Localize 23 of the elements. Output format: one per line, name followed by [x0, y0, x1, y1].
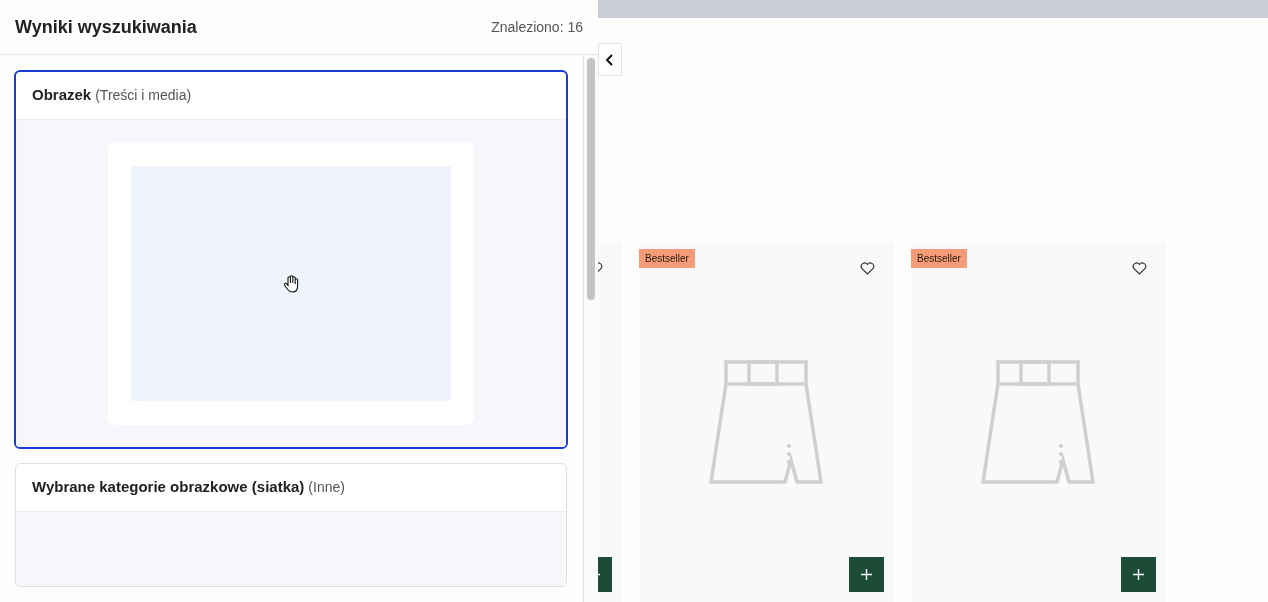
result-card[interactable]: Wybrane kategorie obrazkowe (siatka) (Inne)	[15, 463, 567, 587]
scrollbar-thumb[interactable]	[587, 58, 595, 300]
heart-icon[interactable]	[860, 262, 875, 275]
result-count: Znaleziono: 16	[491, 17, 583, 37]
heart-icon[interactable]	[1132, 262, 1147, 275]
result-category: (Treści i media)	[95, 86, 192, 105]
product-card[interactable]: Bestseller	[911, 242, 1166, 602]
product-card[interactable]: Bestseller	[639, 242, 894, 602]
collapse-button[interactable]	[598, 43, 622, 76]
result-name: Wybrane kategorie obrazkowe (siatka)	[32, 477, 305, 498]
add-button[interactable]	[1121, 557, 1156, 592]
bestseller-tag: Bestseller	[911, 249, 967, 268]
panel-title: Wyniki wyszukiwania	[15, 15, 197, 39]
plus-icon	[1133, 569, 1144, 580]
plus-icon	[861, 569, 872, 580]
result-name: Obrazek	[32, 85, 92, 106]
bestseller-tag: Bestseller	[639, 249, 695, 268]
scrollbar[interactable]	[583, 55, 598, 602]
chevron-left-icon	[605, 53, 615, 66]
add-button[interactable]	[849, 557, 884, 592]
result-category: (Inne)	[308, 478, 345, 497]
result-card[interactable]: Obrazek (Treści i media)	[14, 70, 568, 449]
hand-cursor-icon	[283, 274, 299, 293]
